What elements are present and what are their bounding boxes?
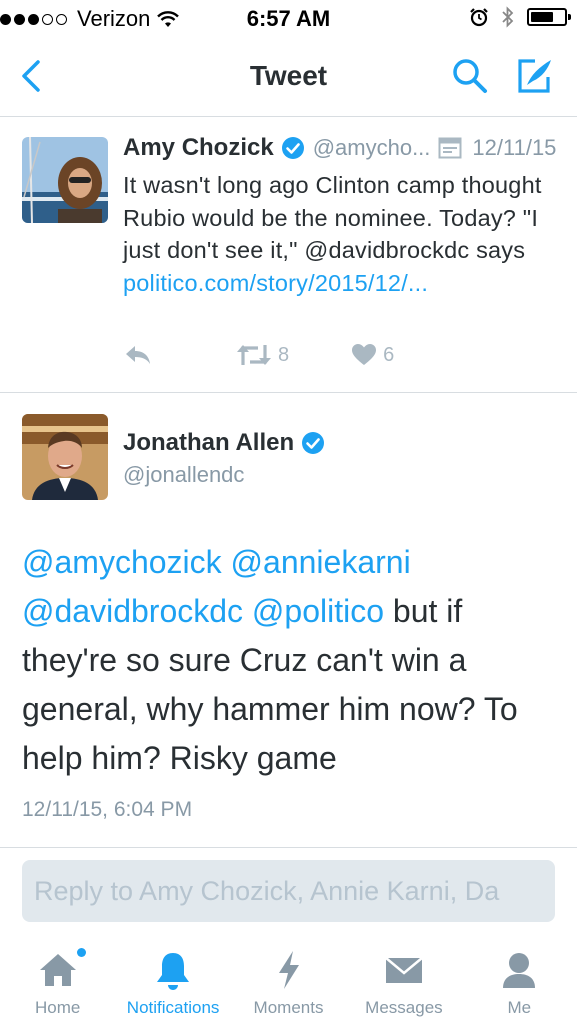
person-icon — [503, 953, 536, 988]
tweet-text-body: It wasn't long ago Clinton camp thought … — [123, 172, 542, 263]
verified-badge-icon — [281, 137, 304, 159]
author-name[interactable]: Jonathan Allen — [123, 429, 294, 457]
tab-label: Messages — [365, 998, 443, 1017]
search-icon — [453, 59, 487, 93]
compose-icon — [518, 59, 551, 93]
tab-label: Moments — [253, 998, 324, 1017]
unread-dot — [77, 948, 86, 957]
reply-icon — [126, 346, 150, 364]
battery-icon — [527, 8, 571, 26]
compose-button[interactable] — [512, 54, 558, 98]
tab-moments[interactable]: Moments — [231, 940, 346, 1024]
avatar-photo — [22, 137, 108, 223]
main-tweet-avatar[interactable] — [22, 414, 108, 500]
author-name[interactable]: Amy Chozick — [123, 134, 274, 162]
home-icon — [39, 954, 76, 986]
author-handle[interactable]: @jonallendc — [123, 462, 244, 488]
reply-input[interactable] — [22, 860, 555, 922]
tab-notifications[interactable]: Notifications — [115, 940, 230, 1024]
retweet-count: 8 — [278, 343, 290, 366]
tab-messages[interactable]: Messages — [346, 940, 461, 1024]
mention-link[interactable]: @amychozick — [22, 544, 222, 580]
like-count: 6 — [383, 343, 395, 366]
tweet-actions: 8 6 — [124, 343, 394, 367]
main-tweet-name-row: Jonathan Allen — [123, 429, 325, 457]
mention-link[interactable]: @politico — [252, 593, 384, 629]
heart-icon — [352, 344, 377, 365]
verified-badge-icon — [302, 432, 325, 454]
reply-box[interactable] — [22, 860, 555, 922]
tweet-timestamp: 12/11/15, 6:04 PM — [22, 798, 193, 821]
article-card-icon — [438, 137, 462, 159]
retweet-action[interactable]: 8 — [236, 343, 289, 367]
article-link[interactable]: politico.com/story/2015/12/... — [123, 270, 428, 296]
status-right — [469, 6, 571, 28]
tab-label: Notifications — [126, 998, 220, 1017]
tweet-date: 12/11/15 — [472, 135, 557, 160]
divider — [0, 847, 577, 848]
mention-link[interactable]: @davidbrockdc — [22, 593, 243, 629]
tab-label: Home — [35, 998, 81, 1017]
status-bar: Verizon 6:57 AM — [0, 0, 577, 36]
tweet-text: It wasn't long ago Clinton camp thought … — [123, 169, 553, 299]
tab-me[interactable]: Me — [462, 940, 577, 1024]
tab-label: Me — [507, 998, 532, 1017]
context-tweet-header: Amy Chozick @amycho... 12/11/15 — [123, 134, 563, 162]
avatar[interactable] — [22, 137, 108, 223]
mention-link[interactable]: @anniekarni — [231, 544, 411, 580]
envelope-icon — [385, 957, 423, 983]
author-handle[interactable]: @amycho... — [313, 135, 431, 161]
retweet-icon — [237, 345, 271, 365]
context-tweet[interactable]: Amy Chozick @amycho... 12/11/15 It wasn'… — [0, 117, 577, 393]
alarm-icon — [470, 8, 488, 27]
lightning-icon — [278, 951, 299, 989]
main-tweet-text: @amychozick @anniekarni @davidbrockdc @p… — [22, 538, 562, 783]
like-action[interactable]: 6 — [351, 343, 394, 367]
reply-action[interactable] — [124, 344, 152, 366]
tab-home[interactable]: Home — [0, 940, 115, 1024]
avatar-photo — [22, 414, 108, 500]
search-button[interactable] — [448, 54, 492, 98]
tab-bar: Home Notifications Moments Messages Me — [0, 940, 577, 1024]
navigation-bar: Tweet — [0, 36, 577, 117]
bluetooth-icon — [502, 6, 514, 28]
bell-icon — [157, 953, 190, 990]
